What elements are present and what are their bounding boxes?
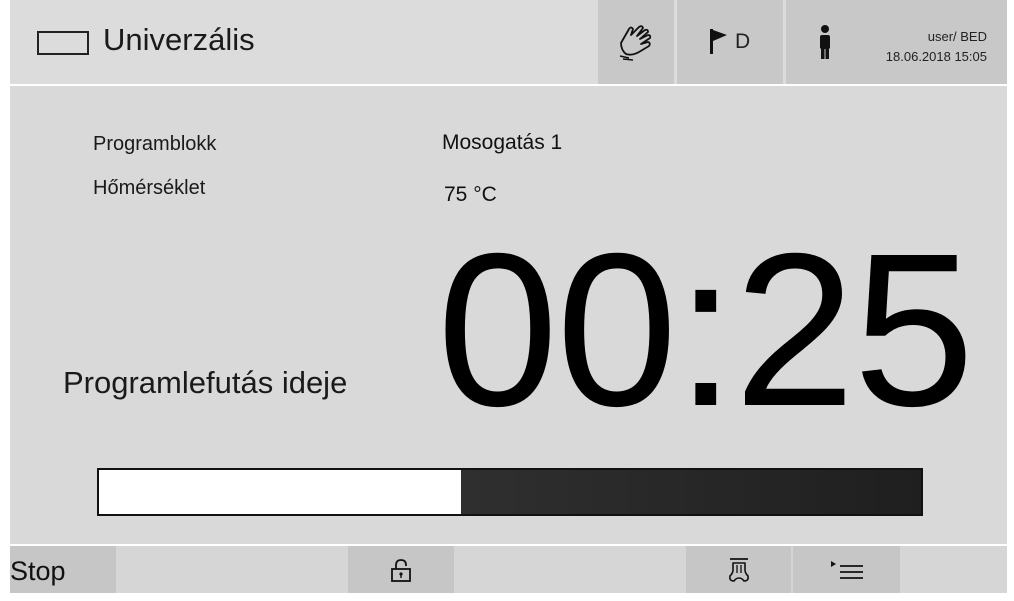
- hand-icon: [619, 25, 652, 61]
- program-list-icon: [830, 560, 863, 579]
- stop-label: Stop: [10, 556, 66, 586]
- spray-arm-button[interactable]: [686, 546, 791, 593]
- lock-button[interactable]: [348, 546, 454, 593]
- program-list-button[interactable]: [793, 546, 900, 593]
- person-icon: [820, 25, 830, 59]
- footer-bar: Stop: [10, 544, 1007, 593]
- hand-button[interactable]: [598, 0, 674, 84]
- progress-fill: [99, 470, 461, 514]
- date-time: 18.06.2018 15:05: [885, 49, 987, 64]
- program-title-area: Univerzális: [37, 22, 255, 58]
- language-button[interactable]: D: [677, 0, 783, 84]
- runtime-timer: 00:25: [437, 209, 975, 452]
- flag-icon: [710, 29, 727, 54]
- header-bar: Univerzális D user/ BED 18.06.2018 15:05: [10, 0, 1007, 86]
- spray-arm-icon: [728, 557, 749, 582]
- temperature-value: 75 °C: [444, 183, 497, 206]
- lock-icon: [391, 558, 411, 582]
- language-code: D: [735, 30, 751, 53]
- temperature-label: Hőmérséklet: [93, 177, 206, 199]
- progress-bar: [97, 468, 923, 516]
- program-title: Univerzális: [103, 22, 255, 57]
- user-name: user/ BED: [927, 29, 987, 44]
- program-block-label: Programblokk: [93, 133, 217, 155]
- machine-display: Univerzális D user/ BED 18.06.2018 15:05…: [10, 0, 1007, 593]
- stop-button[interactable]: Stop: [10, 546, 116, 593]
- program-frame-icon: [37, 31, 89, 55]
- user-button[interactable]: user/ BED 18.06.2018 15:05: [786, 0, 1007, 84]
- runtime-label: Programlefutás ideje: [63, 365, 348, 400]
- program-block-value: Mosogatás 1: [442, 131, 563, 154]
